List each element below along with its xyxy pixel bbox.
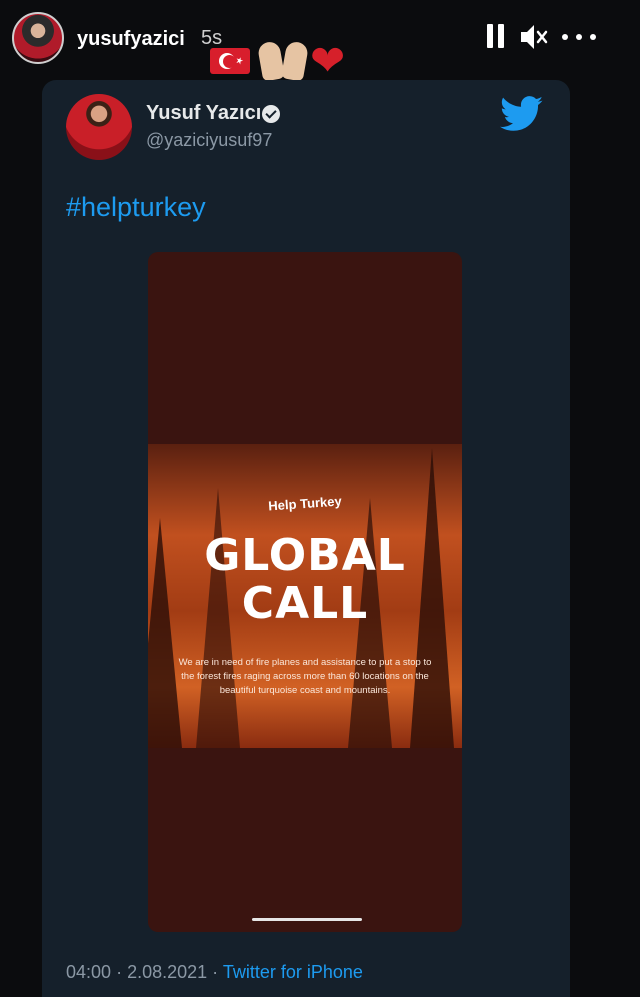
tweet-meta: 04:00 · 2.08.2021 · Twitter for iPhone [66,962,363,983]
tweet-source-link[interactable]: Twitter for iPhone [223,962,363,982]
meta-separator: · [212,962,219,982]
tweet-handle[interactable]: @yaziciyusuf97 [146,130,272,151]
poster-body-text: We are in need of fire planes and assist… [178,657,432,696]
home-indicator [252,918,362,921]
meta-separator: · [116,962,123,982]
red-heart-icon: ❤ [310,36,346,85]
tweet-display-name[interactable]: Yusuf Yazıcı [146,102,261,125]
poster-title-line1: GLOBAL [204,530,406,581]
turkey-flag-icon [210,48,250,74]
story-username[interactable]: yusufyazici [77,28,185,51]
tweet-card[interactable]: Yusuf Yazıcı @yaziciyusuf97 #helpturkey … [42,80,570,997]
emoji-row: ❤ [210,40,360,85]
story-avatar[interactable] [12,12,64,64]
tweet-hashtag-link[interactable]: #helpturkey [66,192,206,223]
tweet-media-image[interactable]: Help Turkey GLOBAL CALL We are in need o… [148,252,462,932]
twitter-bird-icon [500,96,544,132]
fire-poster: Help Turkey GLOBAL CALL We are in need o… [148,444,462,748]
tweet-date: 2.08.2021 [127,962,208,982]
story-header: yusufyazici 5s ❤ [0,0,640,82]
verified-badge-icon [262,105,280,123]
praying-hands-icon [256,40,310,82]
tweet-avatar[interactable] [66,94,132,160]
pause-icon[interactable] [487,22,505,52]
more-options-icon[interactable] [560,22,600,52]
poster-title: GLOBAL CALL [148,532,462,628]
mute-icon[interactable] [519,22,551,52]
poster-title-line2: CALL [241,578,369,629]
tweet-time: 04:00 [66,962,112,982]
